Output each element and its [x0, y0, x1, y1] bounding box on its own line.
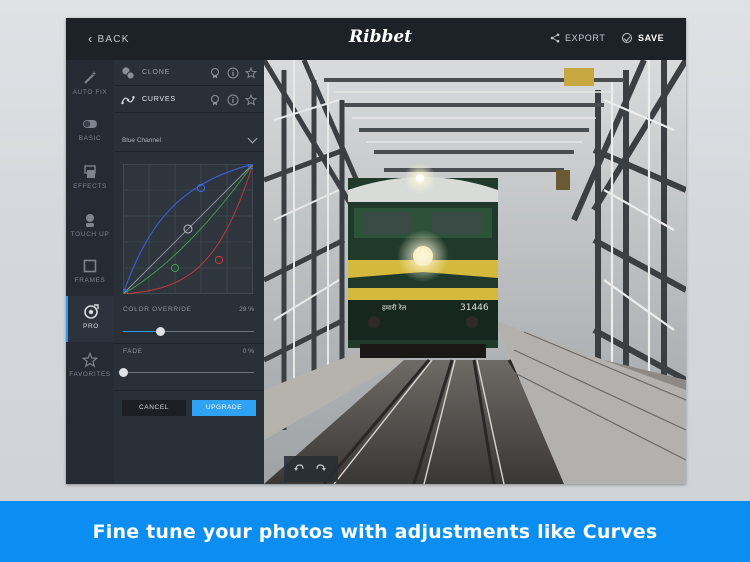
undo-redo-bar: [284, 456, 338, 482]
frame-icon: [83, 259, 97, 273]
effects-icon: [84, 165, 96, 178]
check-circle-icon: [622, 33, 632, 43]
favorite-star-icon[interactable]: [245, 67, 257, 79]
undo-icon[interactable]: [293, 463, 305, 475]
top-bar: ‹ BACK Ribbet EXPORT SAVE: [66, 18, 686, 60]
train-bridge-photo: 31446 हमारी रेल: [264, 60, 686, 484]
color-override-fill: [123, 331, 161, 332]
favorite-star-icon[interactable]: [245, 94, 257, 106]
redo-icon[interactable]: [315, 463, 327, 475]
upgrade-button[interactable]: UPGRADE: [192, 400, 256, 416]
rail-label: EFFECTS: [73, 183, 107, 190]
color-override-label: COLOR OVERRIDE: [123, 306, 192, 313]
rail-label: BASIC: [78, 135, 102, 142]
color-override-knob[interactable]: [156, 327, 166, 336]
rail-item-pro[interactable]: PRO: [66, 296, 114, 342]
tool-panel: CLONE CURVES Blue Channel COLOR OVERRIDE…: [114, 60, 264, 484]
locomotive-hindi-text: हमारी रेल: [382, 303, 406, 312]
rail-item-touch-up[interactable]: TOUCH UP: [66, 204, 114, 248]
tool-label: CURVES: [142, 96, 176, 103]
rail-label: FAVORITES: [69, 371, 111, 378]
rail-item-auto-fix[interactable]: AUTO FIX: [66, 62, 114, 106]
cancel-button[interactable]: CANCEL: [122, 400, 186, 416]
back-button[interactable]: ‹ BACK: [88, 32, 130, 46]
locomotive-number: 31446: [460, 303, 489, 313]
save-label: SAVE: [638, 33, 665, 43]
fade-label: FADE: [123, 348, 143, 355]
rail-label: FRAMES: [74, 277, 106, 284]
fade-knob[interactable]: [118, 368, 128, 377]
channel-value: Blue Channel: [122, 137, 162, 144]
chevron-down-icon: [247, 133, 258, 144]
tool-label: CLONE: [142, 69, 171, 76]
rail-item-effects[interactable]: EFFECTS: [66, 156, 114, 200]
pro-badge-icon: [210, 67, 220, 79]
export-button[interactable]: EXPORT: [550, 33, 605, 43]
chevron-left-icon: ‹: [88, 31, 94, 46]
photo-canvas[interactable]: 31446 हमारी रेल: [264, 60, 686, 484]
pro-target-icon: [84, 304, 99, 319]
fade-value: 0 %: [242, 348, 254, 355]
info-icon[interactable]: [227, 94, 239, 106]
divider: [114, 390, 264, 391]
star-icon: [82, 352, 98, 368]
ribbet-logo: Ribbet: [349, 27, 413, 47]
person-icon: [86, 214, 94, 227]
clone-icon: [122, 67, 135, 80]
caption-banner: Fine tune your photos with adjustments l…: [0, 501, 750, 562]
fade-track[interactable]: [123, 372, 254, 373]
rail-label: TOUCH UP: [70, 231, 110, 238]
export-label: EXPORT: [565, 33, 606, 43]
toggle-icon: [83, 120, 97, 128]
rail-item-favorites[interactable]: FAVORITES: [66, 344, 114, 388]
divider: [114, 343, 264, 344]
rail-label: PRO: [83, 323, 99, 330]
rail-item-frames[interactable]: FRAMES: [66, 250, 114, 294]
tool-row-clone[interactable]: CLONE: [114, 60, 264, 86]
curves-icon: [121, 96, 135, 105]
save-button[interactable]: SAVE: [622, 33, 664, 43]
app-window: ‹ BACK Ribbet EXPORT SAVE AUTO FIX BASIC…: [66, 18, 686, 484]
caption-text: Fine tune your photos with adjustments l…: [92, 520, 658, 543]
magic-wand-icon: [84, 71, 97, 84]
info-icon[interactable]: [227, 67, 239, 79]
tool-row-curves[interactable]: CURVES: [114, 87, 264, 113]
channel-dropdown[interactable]: Blue Channel: [114, 130, 264, 152]
share-icon: [550, 33, 560, 43]
rail-item-basic[interactable]: BASIC: [66, 108, 114, 152]
rail-label: AUTO FIX: [72, 89, 108, 96]
curves-editor[interactable]: [123, 164, 253, 294]
category-rail: AUTO FIX BASIC EFFECTS TOUCH UP FRAMES P…: [66, 60, 114, 484]
pro-badge-icon: [210, 94, 220, 106]
back-label: BACK: [97, 33, 130, 45]
color-override-value: 29 %: [239, 306, 254, 313]
